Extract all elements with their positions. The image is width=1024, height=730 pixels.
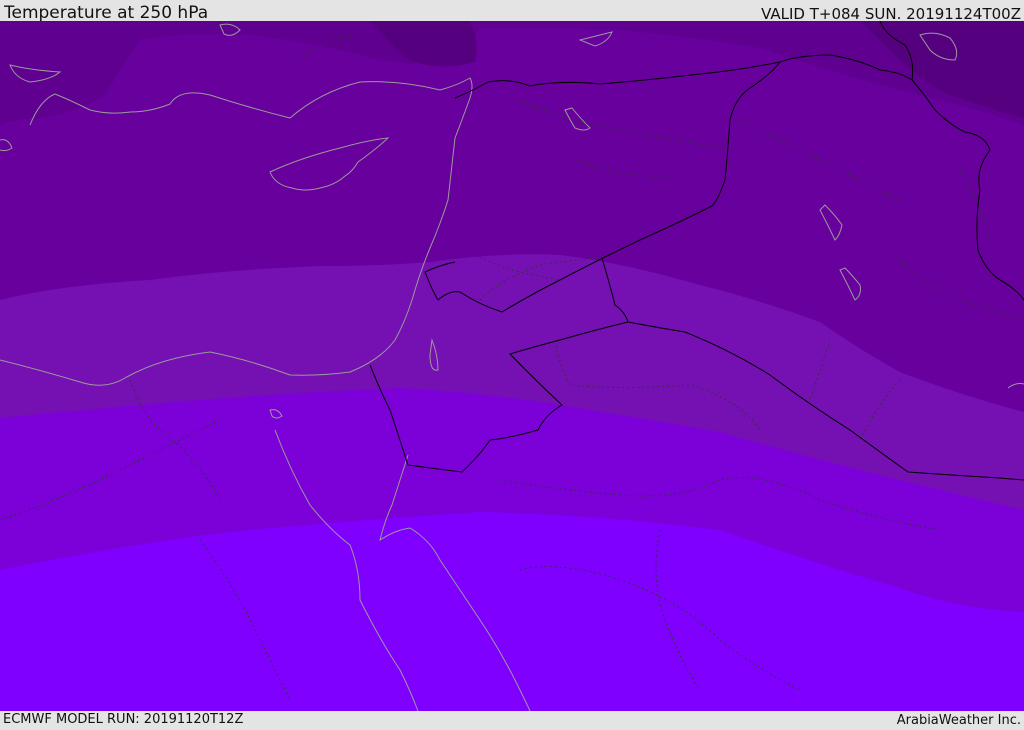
weather-map[interactable] <box>0 21 1024 711</box>
map-title: Temperature at 250 hPa <box>4 3 209 23</box>
credit-label: ArabiaWeather Inc. <box>896 713 1021 728</box>
map-canvas <box>0 21 1024 711</box>
footer-bar: ECMWF MODEL RUN: 20191120T12Z ArabiaWeat… <box>0 711 1024 729</box>
model-run-label: ECMWF MODEL RUN: 20191120T12Z <box>3 712 244 727</box>
header-bar: Temperature at 250 hPa VALID T+084 SUN. … <box>0 0 1024 23</box>
